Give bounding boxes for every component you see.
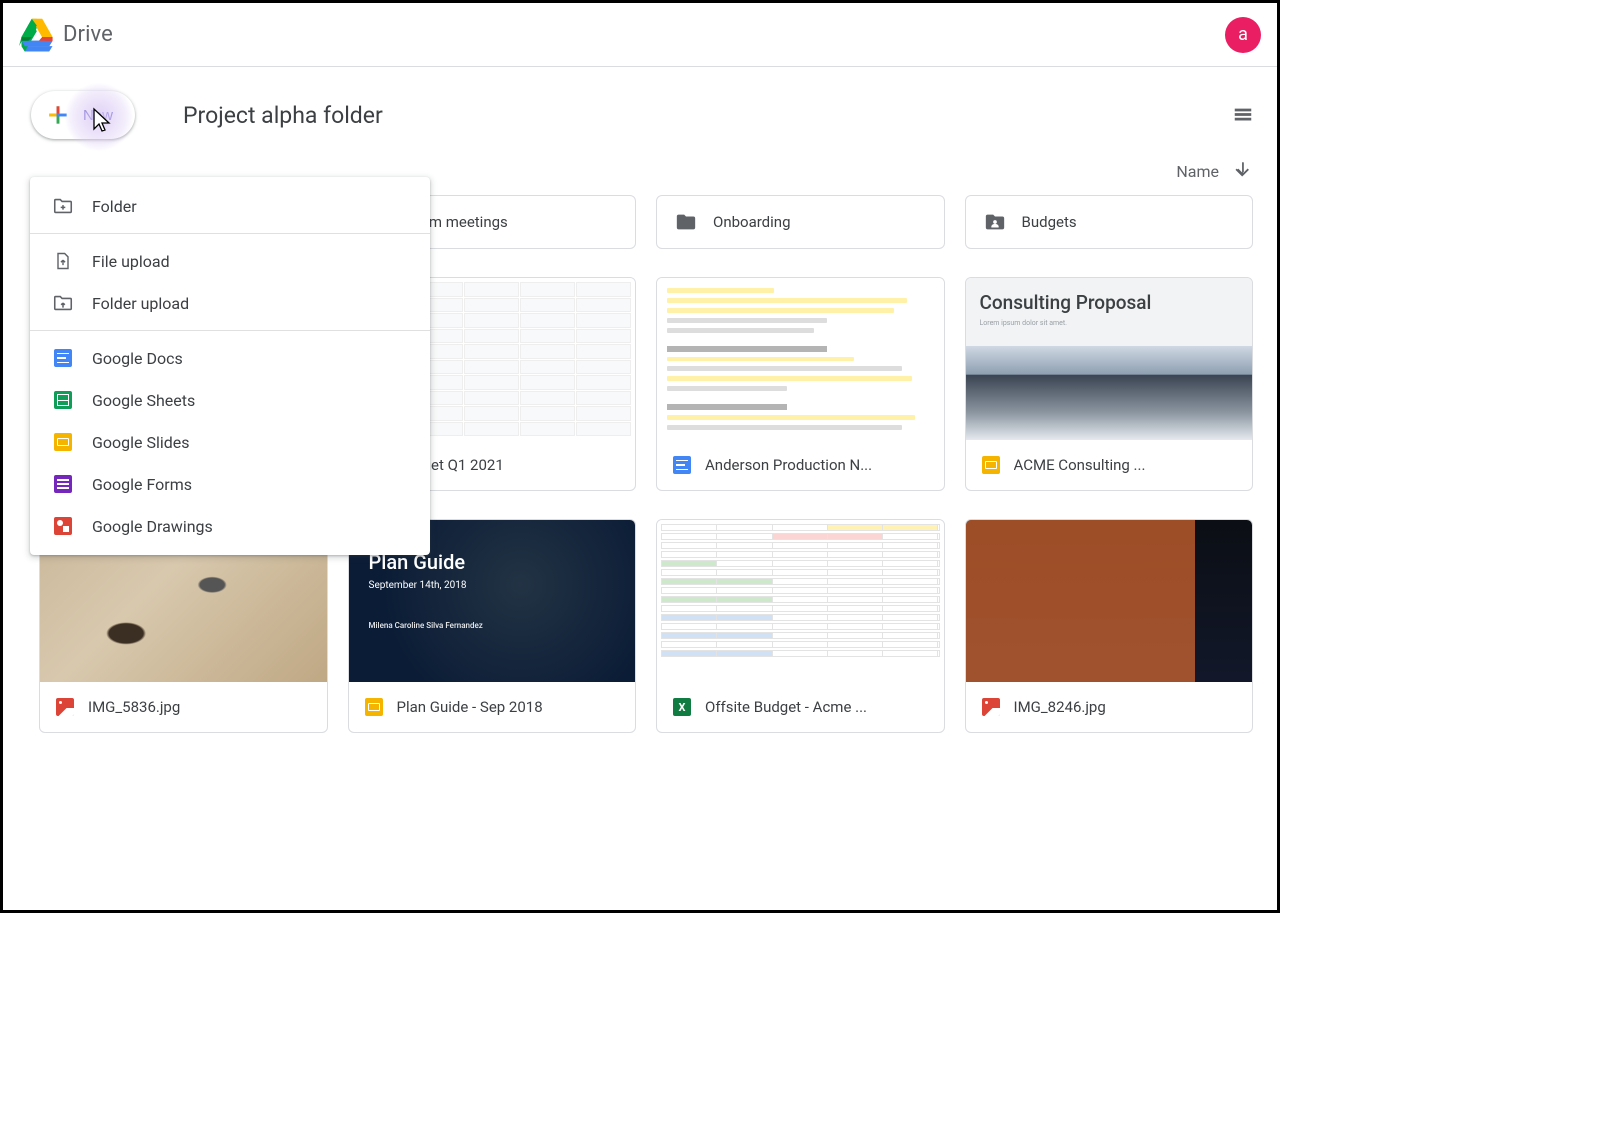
menu-google-slides[interactable]: Google Slides (30, 421, 430, 463)
app-header: Drive a (3, 3, 1277, 67)
drive-logo[interactable]: Drive (19, 17, 113, 53)
shared-folder-icon (984, 211, 1006, 233)
slides-icon (365, 698, 383, 716)
list-view-toggle[interactable] (1225, 97, 1261, 133)
docs-icon (52, 347, 74, 369)
menu-label: Google Slides (92, 433, 190, 452)
new-folder-icon (52, 195, 74, 217)
file-thumbnail: Consulting Proposal Lorem ipsum dolor si… (966, 278, 1253, 440)
thumb-byline: Milena Caroline Silva Fernandez (369, 621, 616, 630)
menu-label: Google Drawings (92, 517, 213, 536)
new-button[interactable]: New (31, 91, 135, 139)
slides-icon (52, 431, 74, 453)
file-name: IMG_5836.jpg (88, 698, 180, 716)
menu-google-docs[interactable]: Google Docs (30, 337, 430, 379)
folder-title[interactable]: Project alpha folder (183, 102, 383, 129)
sort-column-button[interactable]: Name (1176, 162, 1219, 181)
product-name: Drive (63, 22, 113, 47)
drawings-icon (52, 515, 74, 537)
list-view-icon (1232, 104, 1254, 126)
thumb-subtitle: Lorem ipsum dolor sit amet. (980, 319, 1239, 327)
file-card[interactable]: Consulting Proposal Lorem ipsum dolor si… (965, 277, 1254, 491)
thumb-title: Consulting Proposal (980, 291, 1152, 314)
menu-google-forms[interactable]: Google Forms (30, 463, 430, 505)
image-icon (56, 698, 74, 716)
menu-file-upload[interactable]: File upload (30, 240, 430, 282)
menu-new-folder[interactable]: Folder (30, 185, 430, 227)
file-name: Anderson Production N... (705, 456, 872, 474)
menu-label: Folder (92, 197, 137, 216)
file-name: ACME Consulting ... (1014, 456, 1146, 474)
folder-card[interactable]: Onboarding (656, 195, 945, 249)
menu-label: Folder upload (92, 294, 189, 313)
sort-direction-button[interactable] (1233, 159, 1253, 183)
file-thumbnail (657, 278, 944, 440)
thumb-subtitle: September 14th, 2018 (369, 580, 616, 591)
file-card[interactable]: IMG_8246.jpg (965, 519, 1254, 733)
file-card[interactable]: Anderson Production N... (656, 277, 945, 491)
avatar-letter: a (1238, 24, 1248, 45)
folder-card[interactable]: Budgets (965, 195, 1254, 249)
file-name: Plan Guide - Sep 2018 (397, 698, 543, 716)
docs-icon (673, 456, 691, 474)
action-row: New Project alpha folder (3, 67, 1277, 155)
file-name: IMG_8246.jpg (1014, 698, 1106, 716)
folder-name: Budgets (1022, 213, 1077, 231)
forms-icon (52, 473, 74, 495)
image-icon (982, 698, 1000, 716)
folder-name: Onboarding (713, 213, 791, 231)
menu-google-sheets[interactable]: Google Sheets (30, 379, 430, 421)
menu-label: Google Docs (92, 349, 183, 368)
file-name: Offsite Budget - Acme ... (705, 698, 867, 716)
menu-label: Google Sheets (92, 391, 195, 410)
new-button-label: New (83, 107, 113, 124)
file-thumbnail (966, 520, 1253, 682)
menu-separator (30, 330, 430, 331)
drive-icon (19, 17, 55, 53)
account-avatar[interactable]: a (1225, 17, 1261, 53)
sheets-icon (52, 389, 74, 411)
arrow-down-icon (1233, 159, 1253, 179)
menu-separator (30, 233, 430, 234)
menu-google-drawings[interactable]: Google Drawings (30, 505, 430, 547)
menu-label: File upload (92, 252, 170, 271)
excel-icon: X (673, 698, 691, 716)
folder-icon (675, 211, 697, 233)
slides-icon (982, 456, 1000, 474)
file-thumbnail (657, 520, 944, 682)
menu-folder-upload[interactable]: Folder upload (30, 282, 430, 324)
file-upload-icon (52, 250, 74, 272)
file-card[interactable]: X Offsite Budget - Acme ... (656, 519, 945, 733)
folder-upload-icon (52, 292, 74, 314)
menu-label: Google Forms (92, 475, 192, 494)
plus-icon (45, 102, 71, 128)
new-dropdown-menu: Folder File upload Folder upload Google … (30, 177, 430, 555)
